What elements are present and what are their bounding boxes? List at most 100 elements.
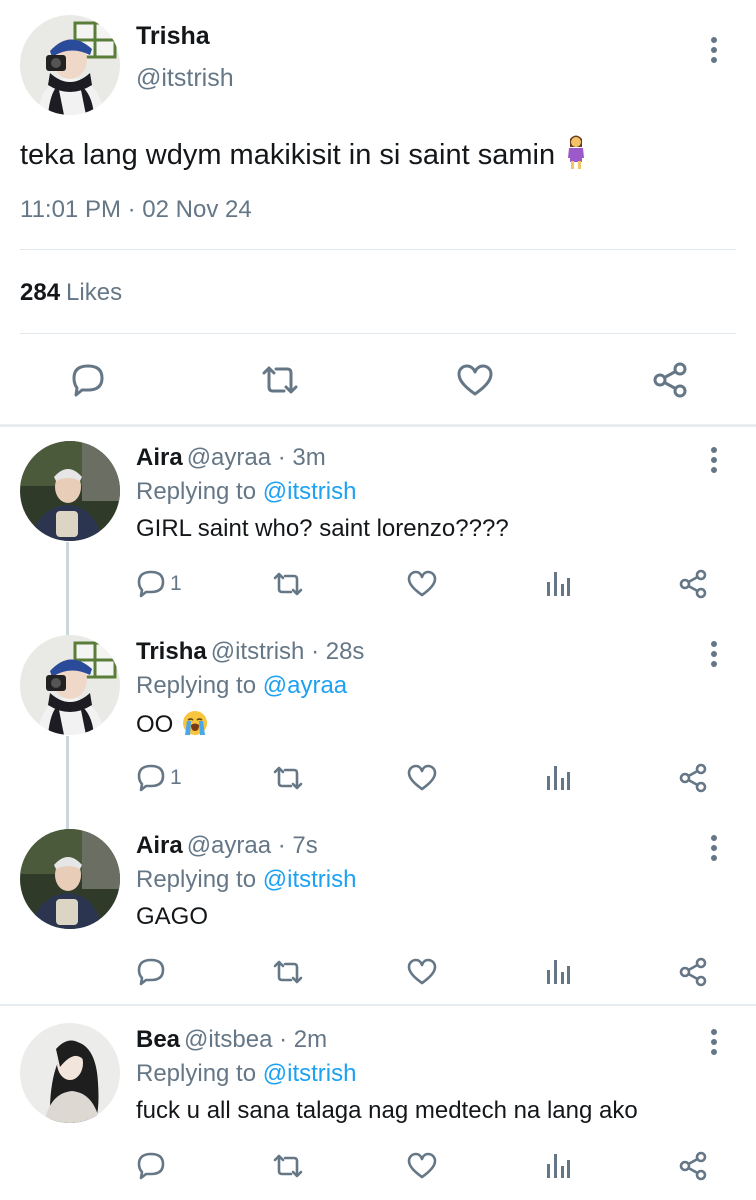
analytics-icon — [547, 766, 570, 790]
like-button[interactable] — [407, 760, 437, 796]
author-name[interactable]: Aira — [136, 444, 183, 471]
tweet-text: OO — [136, 709, 209, 739]
divider — [20, 249, 736, 250]
reply-icon — [137, 764, 165, 792]
author-meta[interactable]: @ayraa · 7s — [187, 832, 318, 859]
avatar[interactable] — [20, 635, 120, 735]
tweet-text: GAGO — [136, 903, 209, 930]
mention-link[interactable]: @itstrish — [263, 1060, 357, 1087]
tweet-text: GIRL saint who? saint lorenzo???? — [136, 515, 509, 542]
reply-tweet[interactable]: Aira @ayraa · 3m Replying to @itstrish GI… — [0, 428, 756, 622]
reply-button[interactable] — [68, 360, 108, 400]
share-button[interactable] — [678, 566, 708, 602]
reply-tweet[interactable]: Aira @ayraa · 7s Replying to @itstrish GA… — [0, 816, 756, 1010]
replying-prefix: Replying to — [136, 672, 257, 699]
reply-icon — [72, 364, 104, 397]
analytics-button[interactable] — [545, 760, 571, 796]
likes-count: 284 — [20, 279, 61, 306]
woman-standing-emoji — [565, 134, 587, 170]
analytics-icon — [547, 572, 570, 596]
replying-to: Replying to @itstrish — [136, 478, 356, 506]
author-name[interactable]: Trisha — [136, 22, 210, 51]
likes-stat[interactable]: 284 Likes — [20, 279, 122, 307]
replying-prefix: Replying to — [136, 478, 257, 505]
retweet-icon — [273, 572, 303, 596]
reply-header: Aira @ayraa · 7s — [136, 832, 318, 860]
reply-button[interactable]: 1 — [136, 566, 182, 602]
retweet-button[interactable] — [272, 954, 304, 990]
share-button[interactable] — [678, 760, 708, 796]
reply-button[interactable]: 1 — [136, 760, 182, 796]
retweet-button[interactable] — [272, 760, 304, 796]
likes-label: Likes — [66, 279, 123, 306]
reply-icon — [137, 570, 165, 598]
share-button[interactable] — [650, 360, 690, 400]
author-handle[interactable]: @itstrish — [136, 64, 234, 93]
like-button[interactable] — [407, 1148, 437, 1184]
reply-button[interactable] — [136, 954, 166, 990]
like-icon — [407, 764, 437, 791]
share-button[interactable] — [678, 954, 708, 990]
avatar[interactable] — [20, 1023, 120, 1123]
mention-link[interactable]: @ayraa — [263, 672, 347, 699]
replying-to: Replying to @itstrish — [136, 866, 356, 894]
reply-header: Aira @ayraa · 3m — [136, 444, 326, 472]
reply-tweet[interactable]: Bea @itsbea · 2m Replying to @itstrish fu… — [0, 1010, 756, 1200]
replying-prefix: Replying to — [136, 866, 257, 893]
retweet-icon — [262, 366, 298, 394]
reply-count: 1 — [170, 766, 182, 789]
reply-count: 1 — [170, 572, 182, 595]
avatar[interactable] — [20, 829, 120, 929]
author-meta[interactable]: @itsbea · 2m — [184, 1026, 327, 1053]
analytics-button[interactable] — [545, 566, 571, 602]
replying-to: Replying to @ayraa — [136, 672, 347, 700]
like-icon — [407, 570, 437, 597]
like-button[interactable] — [455, 360, 495, 400]
reply-icon — [137, 958, 165, 986]
author-meta[interactable]: @itstrish · 28s — [211, 638, 365, 665]
author-name[interactable]: Aira — [136, 832, 183, 859]
tweet-timestamp[interactable]: 11:01 PM · 02 Nov 24 — [20, 196, 252, 224]
retweet-button[interactable] — [272, 1148, 304, 1184]
like-button[interactable] — [407, 566, 437, 602]
mention-link[interactable]: @itstrish — [263, 866, 357, 893]
analytics-icon — [547, 960, 570, 984]
reply-icon — [137, 1152, 165, 1180]
more-options-icon[interactable] — [704, 446, 724, 476]
more-options-icon[interactable] — [704, 36, 724, 66]
tweet-text: teka lang wdym makikisit in si saint sam… — [20, 134, 587, 172]
author-name[interactable]: Bea — [136, 1026, 180, 1053]
tweet-text: fuck u all sana talaga nag medtech na la… — [136, 1097, 638, 1124]
section-divider — [0, 424, 756, 427]
tweet-text-content: teka lang wdym makikisit in si saint sam… — [20, 139, 556, 171]
retweet-button[interactable] — [272, 566, 304, 602]
more-options-icon[interactable] — [704, 834, 724, 864]
divider — [20, 333, 736, 334]
avatar[interactable] — [20, 441, 120, 541]
author-name[interactable]: Trisha — [136, 638, 207, 665]
avatar[interactable] — [20, 15, 120, 115]
more-options-icon[interactable] — [704, 1028, 724, 1058]
mention-link[interactable]: @itstrish — [263, 478, 357, 505]
replying-prefix: Replying to — [136, 1060, 257, 1087]
retweet-icon — [273, 1154, 303, 1178]
author-meta[interactable]: @ayraa · 3m — [187, 444, 326, 471]
share-icon — [679, 763, 707, 793]
like-icon — [407, 1152, 437, 1179]
analytics-icon — [547, 1154, 570, 1178]
share-button[interactable] — [678, 1148, 708, 1184]
retweet-button[interactable] — [260, 360, 300, 400]
reply-header: Bea @itsbea · 2m — [136, 1026, 327, 1054]
replying-to: Replying to @itstrish — [136, 1060, 356, 1088]
tweet-text-content: OO — [136, 711, 174, 738]
retweet-icon — [273, 960, 303, 984]
share-icon — [679, 569, 707, 599]
analytics-button[interactable] — [545, 954, 571, 990]
loudly-crying-face-emoji — [181, 709, 209, 737]
analytics-button[interactable] — [545, 1148, 571, 1184]
like-button[interactable] — [407, 954, 437, 990]
more-options-icon[interactable] — [704, 640, 724, 670]
reply-header: Trisha @itstrish · 28s — [136, 638, 364, 666]
reply-tweet[interactable]: Trisha @itstrish · 28s Replying to @ayraa… — [0, 622, 756, 816]
reply-button[interactable] — [136, 1148, 166, 1184]
